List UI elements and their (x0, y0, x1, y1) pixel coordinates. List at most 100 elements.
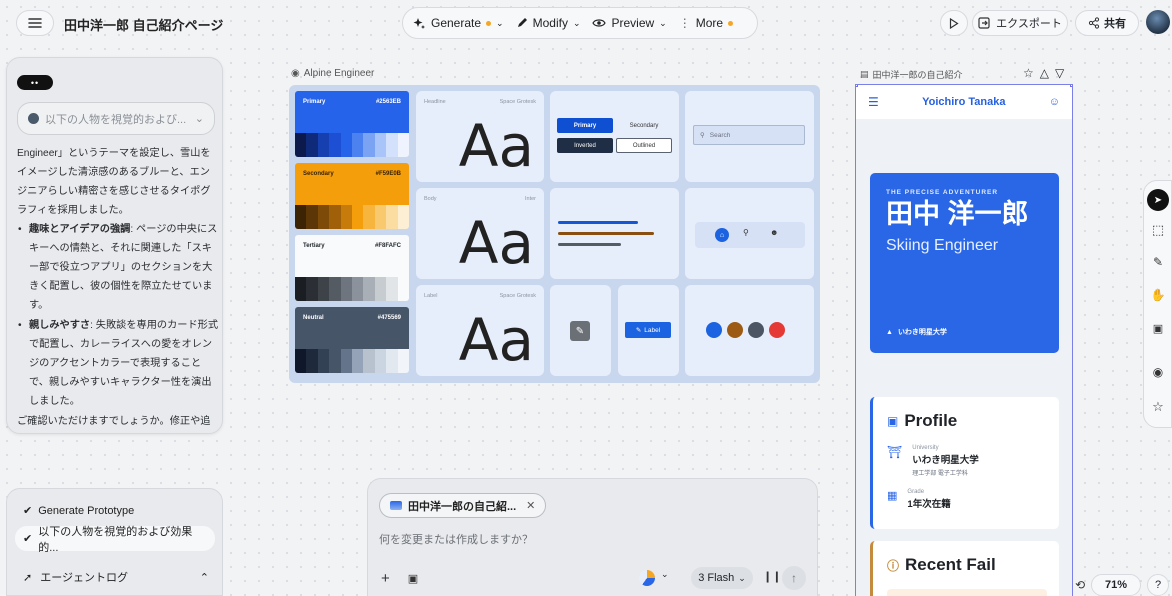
chat-panel: •• 以下の人物を視覚的および... ⌄ Engineer」というテーマを設定し… (6, 57, 223, 434)
plus-icon[interactable]: + (381, 570, 390, 587)
swatch-tone (295, 277, 307, 301)
swatch-tone (397, 133, 409, 157)
thumbs-up-icon[interactable]: △ (1040, 66, 1049, 80)
menu-button[interactable] (16, 10, 54, 36)
type-card-label: Label Space Grotesk Aa (416, 285, 544, 376)
swatch-tone (386, 349, 398, 373)
preview-button[interactable]: Preview ⌄ (592, 16, 667, 30)
attach-frame-icon[interactable]: ▣ (408, 572, 418, 585)
sparkle-icon (413, 17, 426, 30)
swatch-hex: #2563EB (375, 99, 401, 105)
mobile-preview-frame[interactable]: ☰ Yoichiro Tanaka ☺ THE PRECISE ADVENTUR… (855, 84, 1073, 596)
swatch-tone (306, 277, 318, 301)
hand-icon[interactable]: ✋ (1147, 284, 1169, 306)
label-chip-card: ✎ Label (618, 285, 679, 376)
context-chip[interactable]: 田中洋一郎の自己紹... ✕ (379, 493, 547, 518)
swatch-header: Secondary #F59E0B (295, 163, 409, 205)
generate-button[interactable]: Generate ⌄ (413, 16, 504, 30)
swatch-tone (374, 133, 387, 157)
swatch-name: Secondary (303, 171, 334, 177)
arrow-up-icon: ↑ (791, 571, 797, 585)
recent-fail-card: ⓘ Recent Fail (870, 541, 1059, 596)
avatar[interactable] (1146, 10, 1170, 34)
notification-dot (728, 20, 734, 26)
cursor-icon[interactable]: ➤ (1147, 189, 1169, 211)
rocket-icon: ➚ (23, 571, 33, 584)
design-system-board[interactable]: Primary #2563EB Secondary #F59E0B Tertiary #F… (289, 85, 820, 383)
star-icon[interactable]: ☆ (1023, 66, 1034, 80)
hamburger-icon[interactable]: ☰ (868, 95, 879, 109)
thumbs-down-icon[interactable]: ▽ (1055, 66, 1064, 80)
play-icon (949, 17, 959, 29)
network-icon (727, 322, 743, 338)
bank-icon: ⛩ (887, 445, 903, 459)
preview-label: Preview (611, 16, 655, 30)
profile-heading: ▣ Profile (887, 411, 957, 431)
nav-bar-sample: ⌂ ⚲ ☻ (695, 222, 805, 248)
bullet-title: 趣味とアイデアの強調 (29, 224, 131, 235)
share-button[interactable]: 共有 (1075, 10, 1139, 36)
export-button[interactable]: エクスポート (972, 10, 1068, 36)
close-icon[interactable]: ✕ (526, 499, 535, 512)
swatch-tone (329, 205, 341, 229)
progress-line-brown (558, 232, 654, 235)
swatch-tone (317, 277, 330, 301)
recent-fail-title: Recent Fail (905, 555, 996, 574)
voice-icon[interactable]: ❙❙ (763, 570, 781, 583)
send-button[interactable]: ↑ (782, 566, 806, 590)
agent-log-toggle[interactable]: ➚ エージェントログ ⌃ (23, 569, 209, 585)
more-button[interactable]: ⋮ More (679, 16, 734, 30)
brand-name[interactable]: Yoichiro Tanaka (922, 96, 1005, 108)
main-toolbar: Generate ⌄ Modify ⌄ Preview ⌄ ⋮ More (402, 7, 758, 39)
help-button[interactable]: ? (1147, 574, 1170, 596)
outlined-sample-button: Outlined (616, 138, 672, 153)
chat-closing: ご確認いただけますでしょうか。修正や追加したい内容があればお知らせください。 (17, 416, 211, 427)
star-icon[interactable]: ☆ (1147, 396, 1169, 418)
play-button[interactable] (940, 10, 968, 36)
history-item[interactable]: ✔︎ 以下の人物を視覚的および効果的... (15, 526, 215, 554)
color-wheel-icon[interactable] (639, 570, 655, 586)
swatch-header: Tertiary #F8FAFC (295, 235, 409, 277)
palette-icon[interactable]: ◉ (1147, 361, 1169, 383)
profile-title: Profile (904, 411, 958, 430)
swatch-tone (317, 133, 330, 157)
user-icon[interactable]: ☺ (1049, 96, 1060, 108)
share-icon (1088, 17, 1100, 29)
label-chip: ✎ Label (625, 322, 671, 338)
swatch-scale (295, 205, 409, 229)
chevron-down-icon[interactable]: ⌄ (661, 569, 669, 580)
swatch-tone (329, 349, 341, 373)
resize-handle[interactable] (1070, 85, 1072, 87)
resize-handle[interactable] (856, 85, 858, 87)
image-icon[interactable]: ▣ (1147, 317, 1169, 339)
swatch-hex: #F8FAFC (374, 243, 401, 249)
dropdown-label: 以下の人物を視覚的および... (45, 113, 187, 126)
pen-icon[interactable]: ✎ (1147, 251, 1169, 273)
hero-name: 田中 洋一郎 (886, 199, 1029, 229)
zoom-level[interactable]: 71% (1091, 574, 1142, 596)
modify-button[interactable]: Modify ⌄ (516, 16, 580, 30)
preview-frame-label[interactable]: ▤ 田中洋一郎の自己紹介 (860, 68, 963, 81)
bullet-text: : ページの中央にスキーへの情熱と、それに関連した「スキー部で役立つアプリ」のセ… (29, 224, 218, 311)
composer-footer: + ▣ ⌄ 3 Flash ⌄ ❙❙ ↑ (379, 566, 809, 590)
modify-label: Modify (532, 16, 568, 30)
swatch-tone (397, 277, 409, 301)
swatch-tone (386, 133, 398, 157)
undo-icon[interactable]: ⟲ (1075, 578, 1085, 592)
prompt-input[interactable]: 何を変更または作成しますか？ (379, 531, 533, 547)
marquee-select-icon[interactable]: ⬚ (1147, 219, 1169, 241)
swatch-scale (295, 133, 409, 157)
swatch-scale (295, 349, 409, 373)
conversation-dropdown[interactable]: 以下の人物を視覚的および... ⌄ (17, 102, 215, 135)
model-selector[interactable]: 3 Flash ⌄ (691, 567, 753, 589)
progress-line-blue (558, 221, 638, 224)
pen-icon: ✎ (570, 321, 590, 341)
swatch-tone (397, 349, 409, 373)
profile-card: ▣ Profile ⛩ University いわき明星大学 理工学部 電子工学… (870, 397, 1059, 529)
export-icon (978, 17, 990, 29)
history-item[interactable]: ✔︎ Generate Prototype (15, 498, 215, 523)
swatch-tone (306, 133, 318, 157)
design-system-label[interactable]: ◉ Alpine Engineer (291, 68, 374, 79)
history-label: 以下の人物を視覚的および効果的... (38, 525, 193, 554)
agent-log-label: エージェントログ (40, 572, 128, 584)
